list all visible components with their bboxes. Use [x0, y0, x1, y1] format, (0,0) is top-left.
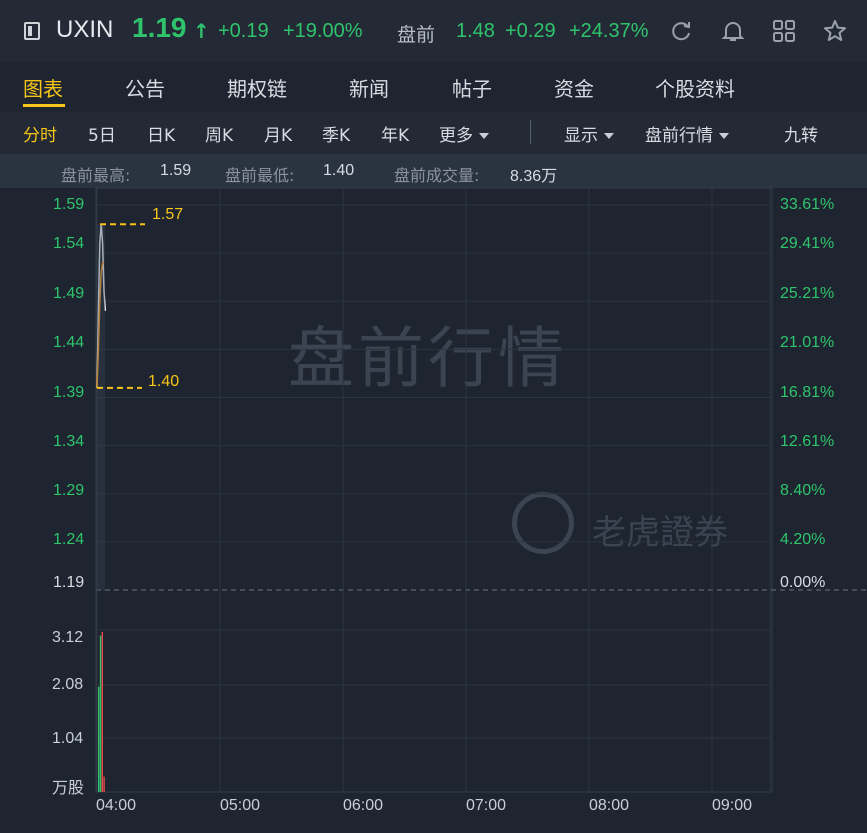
- max-price-marker-label: 1.57: [152, 206, 184, 223]
- y-pct-label: 29.41%: [780, 235, 835, 252]
- volume-bar: [99, 635, 102, 792]
- volume-tick-label: 3.12: [52, 629, 84, 646]
- x-tick-label: 08:00: [589, 797, 630, 814]
- x-tick-label: 04:00: [96, 797, 137, 814]
- x-tick-label: 05:00: [220, 797, 261, 814]
- y-tick-label: 1.34: [53, 433, 85, 450]
- y-tick-label: 1.19: [53, 574, 85, 591]
- x-tick-label: 07:00: [466, 797, 507, 814]
- y-pct-label: 12.61%: [780, 433, 835, 450]
- y-tick-label: 1.59: [53, 196, 85, 213]
- y-pct-label: 25.21%: [780, 285, 835, 302]
- y-pct-label: 16.81%: [780, 384, 835, 401]
- y-tick-label: 1.49: [53, 285, 85, 302]
- y-pct-label: 0.00%: [780, 574, 826, 591]
- price-area-fill: [97, 224, 105, 590]
- volume-bar: [103, 776, 105, 792]
- y-tick-label: 1.54: [53, 235, 85, 252]
- y-tick-label: 1.39: [53, 384, 85, 401]
- x-tick-label: 09:00: [712, 797, 753, 814]
- y-pct-label: 8.40%: [780, 482, 826, 499]
- volume-bar: [101, 632, 103, 792]
- y-tick-label: 1.24: [53, 531, 85, 548]
- y-pct-label: 33.61%: [780, 196, 835, 213]
- y-pct-label: 4.20%: [780, 531, 826, 548]
- volume-tick-label: 1.04: [52, 730, 84, 747]
- chart-frame: [95, 187, 773, 793]
- volume-bar: [98, 686, 100, 792]
- x-tick-label: 06:00: [343, 797, 384, 814]
- volume-unit-label: 万股: [52, 780, 85, 797]
- y-tick-label: 1.29: [53, 482, 85, 499]
- min-price-marker-label: 1.40: [148, 373, 180, 390]
- y-pct-label: 21.01%: [780, 334, 835, 351]
- volume-tick-label: 2.08: [52, 676, 84, 693]
- intraday-chart[interactable]: [0, 0, 867, 833]
- y-tick-label: 1.44: [53, 334, 85, 351]
